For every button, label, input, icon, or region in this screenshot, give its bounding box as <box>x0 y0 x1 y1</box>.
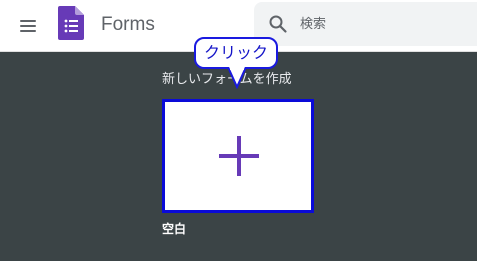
blank-template-label[interactable]: 空白 <box>162 220 186 237</box>
app-title[interactable]: Forms <box>101 13 155 37</box>
menu-icon-bar <box>20 20 36 22</box>
search-bar[interactable] <box>254 2 477 46</box>
google-forms-logo-icon[interactable] <box>58 6 84 40</box>
main-menu-button[interactable] <box>14 13 38 37</box>
search-input[interactable] <box>300 12 470 36</box>
blank-form-template-card[interactable] <box>162 99 314 213</box>
menu-icon-bar <box>20 30 36 32</box>
section-heading: 新しいフォームを作成 <box>162 72 292 87</box>
click-callout-bubble: クリック <box>194 37 278 69</box>
menu-icon-bar <box>20 25 36 27</box>
search-icon[interactable] <box>268 14 288 34</box>
callout-pointer-icon <box>228 67 246 89</box>
plus-icon <box>219 136 259 176</box>
